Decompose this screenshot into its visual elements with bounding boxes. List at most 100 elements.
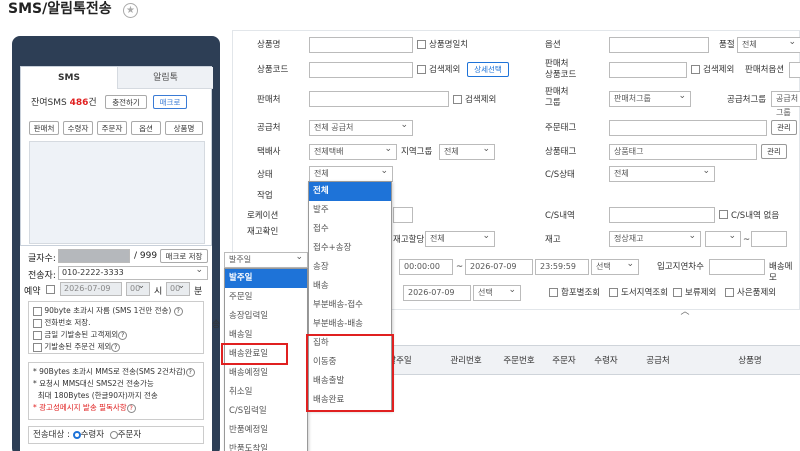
- end-date-input[interactable]: 2026-07-09: [465, 259, 533, 275]
- tab-alimtalk[interactable]: 알림톡: [117, 67, 213, 89]
- status-option[interactable]: 부분배송-접수: [309, 296, 391, 315]
- status-option[interactable]: 전체: [309, 182, 391, 201]
- product-exact-checkbox[interactable]: [417, 40, 426, 49]
- option-save-phone[interactable]: 전화번호 저장.: [33, 317, 199, 329]
- reserve-date[interactable]: 2026-07-09: [60, 282, 122, 296]
- option-exclude-today[interactable]: 금일 기발송된 고객제외?: [33, 329, 199, 341]
- insert-seller-button[interactable]: 판매처: [29, 121, 59, 135]
- option-truncate-checkbox[interactable]: [33, 306, 42, 316]
- date-option[interactable]: 반품예정일: [225, 421, 307, 440]
- col-order-no[interactable]: 주문번호: [494, 346, 544, 376]
- col-receiver[interactable]: 수령자: [586, 346, 626, 376]
- seller-exclude-checkbox[interactable]: [453, 95, 462, 104]
- hold-exclude-checkbox[interactable]: [673, 288, 682, 297]
- detail-select-button[interactable]: 상세선택: [467, 62, 509, 77]
- reserve-minute[interactable]: 00: [166, 280, 190, 296]
- option-input[interactable]: [609, 37, 709, 53]
- option-exclude-sent-checkbox[interactable]: [33, 342, 42, 352]
- option-truncate[interactable]: 90byte 초과시 자름 (SMS 1건만 전송) ?: [33, 305, 199, 317]
- date-option[interactable]: 반품도착일: [225, 440, 307, 451]
- date-type-select[interactable]: 발주일: [224, 250, 308, 268]
- help-icon[interactable]: ?: [111, 342, 121, 352]
- cs-status-select[interactable]: 전체: [609, 164, 715, 182]
- status-option[interactable]: 발주: [309, 201, 391, 220]
- product-tag-input[interactable]: 상품태그: [609, 144, 757, 160]
- stock-min-select[interactable]: [705, 229, 741, 247]
- period-select[interactable]: 선택: [591, 257, 639, 275]
- status-option[interactable]: 송장: [309, 258, 391, 277]
- gift-exclude-checkbox[interactable]: [725, 288, 734, 297]
- date-option[interactable]: 송장입력일: [225, 307, 307, 326]
- help-icon[interactable]: ?: [118, 330, 128, 340]
- stock-select[interactable]: 정상재고: [609, 229, 701, 247]
- product-code-input[interactable]: [309, 62, 413, 78]
- location-input[interactable]: [393, 207, 413, 223]
- cs-detail-input[interactable]: [609, 207, 715, 223]
- macro-button[interactable]: 매크로: [153, 95, 187, 109]
- option-save-phone-checkbox[interactable]: [33, 318, 42, 328]
- seller-input[interactable]: [309, 91, 449, 107]
- macro-save-button[interactable]: 매크로 저장: [160, 249, 208, 263]
- radio-orderer[interactable]: [109, 430, 118, 439]
- date-option[interactable]: 배송예정일: [225, 364, 307, 383]
- col-orderer[interactable]: 주문자: [544, 346, 584, 376]
- option-exclude-today-checkbox[interactable]: [33, 330, 42, 340]
- charge-button[interactable]: 충전하기: [105, 95, 147, 109]
- date-option[interactable]: 취소일: [225, 383, 307, 402]
- col-product-name[interactable]: 상품명: [720, 346, 780, 376]
- option-exclude-sent[interactable]: 기발송된 주문건 제외?: [33, 341, 199, 353]
- note-ad-text[interactable]: 광고성메시지 발송 필독사항: [39, 403, 127, 412]
- product-name-input[interactable]: [309, 37, 413, 53]
- status-option[interactable]: 접수: [309, 220, 391, 239]
- end-time-input[interactable]: 23:59:59: [535, 259, 589, 275]
- insert-product-button[interactable]: 상품명: [165, 121, 203, 135]
- order-tag-manage-button[interactable]: 관리: [771, 120, 797, 135]
- help-icon[interactable]: ?: [185, 367, 195, 377]
- period2-select[interactable]: 선택: [473, 283, 521, 301]
- end-date2-input[interactable]: 2026-07-09: [403, 285, 471, 301]
- no-cs-checkbox[interactable]: [719, 210, 728, 219]
- start-time-input[interactable]: 00:00:00: [399, 259, 453, 275]
- date-option[interactable]: 발주일: [225, 269, 307, 288]
- col-manage-no[interactable]: 관리번호: [438, 346, 494, 376]
- sms-settings-panel: 글자수: / 999 매크로 저장 전송자: 010-2222-3333 예약 …: [20, 246, 212, 451]
- collapse-chevron-icon[interactable]: ︿: [678, 304, 692, 317]
- product-tag-manage-button[interactable]: 관리: [761, 144, 787, 159]
- region-group-select[interactable]: 전체: [439, 142, 495, 160]
- seller-code-input[interactable]: [609, 62, 687, 78]
- status-option[interactable]: 배송: [309, 277, 391, 296]
- status-option[interactable]: 접수+송장: [309, 239, 391, 258]
- radio-receiver[interactable]: [72, 430, 81, 439]
- col-supplier[interactable]: 공급처: [630, 346, 686, 376]
- merge-view-checkbox[interactable]: [549, 288, 558, 297]
- note-ad[interactable]: * 광고성메시지 발송 필독사항?: [33, 402, 199, 414]
- status-option[interactable]: 부분배송-배송: [309, 315, 391, 334]
- supplier-select[interactable]: 전체 공급처: [309, 118, 413, 136]
- delay-count-input[interactable]: [709, 259, 765, 275]
- sender-select[interactable]: 010-2222-3333: [58, 264, 208, 280]
- insert-option-button[interactable]: 옵션: [131, 121, 161, 135]
- status-select[interactable]: 전체: [309, 164, 393, 182]
- message-textarea[interactable]: [29, 141, 205, 244]
- tab-sms[interactable]: SMS: [21, 67, 117, 89]
- island-checkbox[interactable]: [609, 288, 618, 297]
- insert-orderer-button[interactable]: 주문자: [97, 121, 127, 135]
- stock-alloc-select[interactable]: 전체: [425, 229, 495, 247]
- order-tag-input[interactable]: [609, 120, 767, 136]
- help-icon[interactable]: ?: [173, 306, 183, 316]
- reserve-hour[interactable]: 00: [126, 280, 150, 296]
- soldout-select[interactable]: 전체: [737, 35, 800, 53]
- favorite-star-icon[interactable]: ★: [123, 3, 138, 18]
- seller-group-select[interactable]: 판매처그룹: [609, 89, 691, 107]
- supplier-group-select[interactable]: 공급처그룹: [771, 91, 800, 117]
- date-option[interactable]: C/S입력일: [225, 402, 307, 421]
- date-option[interactable]: 주문일: [225, 288, 307, 307]
- search-exclude-checkbox[interactable]: [417, 65, 426, 74]
- courier-select[interactable]: 전체택배: [309, 142, 397, 160]
- seller-option-input[interactable]: [789, 62, 800, 78]
- reserve-checkbox[interactable]: [46, 285, 55, 294]
- seller-code-exclude-checkbox[interactable]: [691, 65, 700, 74]
- stock-max-input[interactable]: [751, 231, 787, 247]
- help-icon[interactable]: ?: [126, 403, 136, 413]
- insert-receiver-button[interactable]: 수령자: [63, 121, 93, 135]
